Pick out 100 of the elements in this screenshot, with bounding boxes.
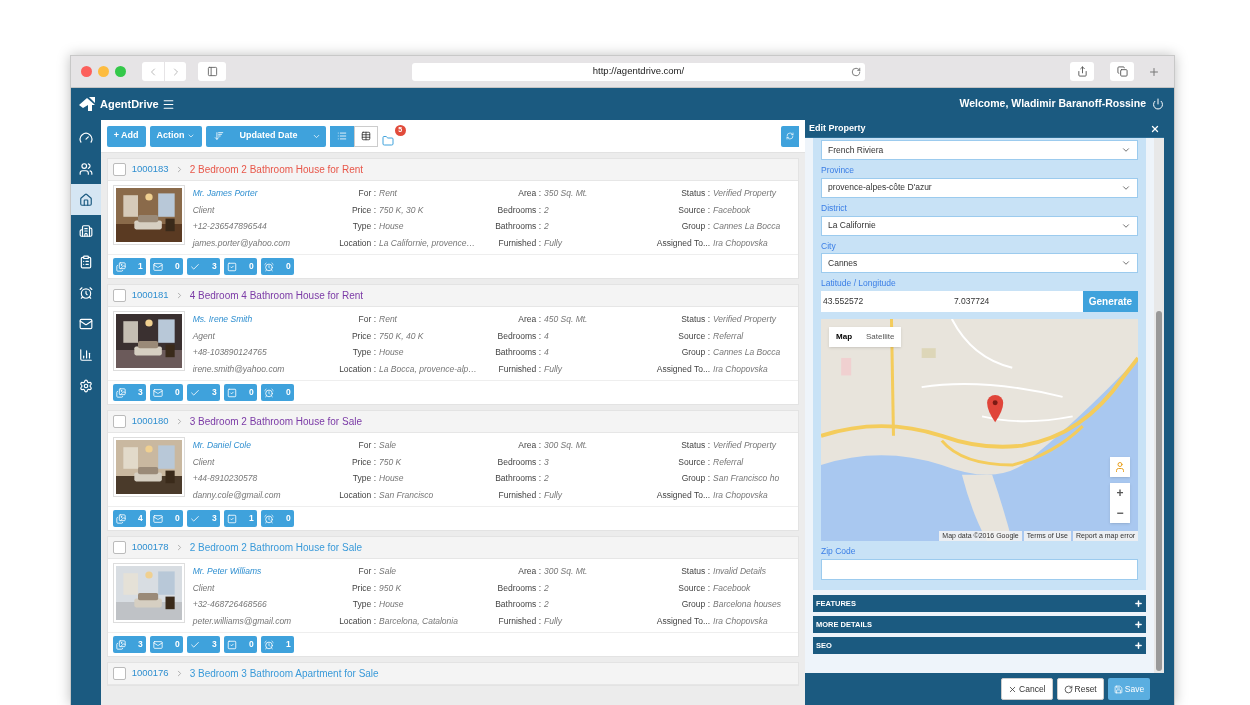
field-value: Verified Property	[713, 187, 778, 200]
select-field[interactable]: provence-alpes-côte D'azur	[821, 177, 1139, 198]
field-value: Fully	[544, 614, 564, 628]
listing-id[interactable]: 1000183	[131, 162, 169, 177]
coordinate-field[interactable]: 43.552572	[821, 291, 952, 312]
messages-counter[interactable]: 0	[149, 636, 183, 653]
field-value: Facebook	[713, 203, 752, 217]
select-checkbox[interactable]	[112, 667, 126, 680]
reload-icon[interactable]	[851, 66, 861, 77]
tabs-button[interactable]	[1110, 62, 1134, 81]
listing-title[interactable]: 3 Bedroom 2 Bathroom House for Sale	[189, 414, 362, 429]
messages-counter[interactable]: 0	[149, 510, 183, 527]
list-view-button[interactable]	[329, 125, 354, 147]
field-value: Verified Property	[713, 439, 778, 452]
sidebar-item[interactable]	[71, 184, 101, 215]
field-label: Bedrooms :	[496, 203, 541, 217]
scrollbar[interactable]	[1154, 138, 1165, 673]
contact-name[interactable]: Mr. James Porter	[192, 185, 332, 202]
select-checkbox[interactable]	[112, 541, 126, 554]
field-label: Area :	[517, 313, 541, 326]
zoom-out-button[interactable]: −	[1110, 503, 1131, 523]
save-button[interactable]: Save	[1107, 678, 1151, 700]
listing-title[interactable]: 3 Bedroom 3 Bathroom Apartment for Sale	[189, 666, 379, 681]
person-icon[interactable]	[1114, 461, 1127, 473]
brand-name[interactable]: AgentDrive	[100, 95, 159, 113]
photos-counter[interactable]: 3	[112, 384, 146, 401]
select-field[interactable]: Cannes	[821, 253, 1139, 274]
reminders-counter[interactable]: 0	[260, 258, 294, 275]
field-label: Source :	[677, 203, 710, 217]
select-checkbox[interactable]	[112, 289, 126, 302]
share-button[interactable]	[1070, 62, 1094, 81]
field-label: Furnished :	[497, 236, 541, 250]
field-label: Bathrooms :	[494, 346, 541, 359]
checked-counter[interactable]: 0	[223, 636, 257, 653]
grid-view-button[interactable]	[353, 125, 378, 147]
tasks-counter[interactable]: 3	[186, 384, 220, 401]
select-field[interactable]: French Riviera	[821, 140, 1139, 160]
refresh-button[interactable]	[781, 125, 799, 147]
tasks-counter[interactable]: 3	[186, 636, 220, 653]
listing-id[interactable]: 1000178	[131, 540, 169, 555]
field-value: Fully	[544, 236, 564, 250]
select-checkbox[interactable]	[112, 163, 126, 176]
zoom-in-button[interactable]: +	[1110, 483, 1131, 503]
add-button[interactable]: + Add	[106, 125, 146, 147]
photos-counter[interactable]: 3	[112, 636, 146, 653]
field-value: Fully	[544, 362, 564, 376]
images-icon	[115, 261, 126, 272]
close-window-icon[interactable]	[81, 66, 92, 77]
sort-dropdown[interactable]: Updated Date	[205, 125, 326, 147]
folder-icon[interactable]	[381, 134, 394, 147]
menu-icon[interactable]	[161, 97, 175, 111]
map-type-tab[interactable]: Map	[829, 327, 859, 347]
generate-button[interactable]: Generate	[1082, 291, 1139, 312]
contact-phone: +12-236547896544	[192, 220, 268, 233]
field-value: House	[379, 220, 405, 233]
field-label: Status :	[680, 313, 710, 326]
contact-name[interactable]: Mr. Peter Williams	[192, 563, 332, 580]
listing-title[interactable]: 2 Bedroom 2 Bathroom House for Rent	[189, 162, 364, 177]
field-value: 450 Sq. Mt.	[544, 313, 589, 326]
listing-title[interactable]: 4 Bedroom 4 Bathroom House for Rent	[189, 288, 364, 303]
messages-counter[interactable]: 0	[149, 384, 183, 401]
reminders-counter[interactable]: 1	[260, 636, 294, 653]
field-label: Location :	[338, 614, 376, 628]
tasks-counter[interactable]: 3	[186, 510, 220, 527]
field-label: Status :	[680, 565, 710, 578]
field-value: 2	[544, 220, 550, 233]
photos-counter[interactable]: 4	[112, 510, 146, 527]
contact-name[interactable]: Mr. Daniel Cole	[192, 437, 332, 454]
tasks-counter[interactable]: 3	[186, 258, 220, 275]
cancel-button[interactable]: Cancel	[1001, 678, 1053, 700]
reminders-counter[interactable]: 0	[260, 510, 294, 527]
field-label: Bedrooms :	[496, 329, 541, 343]
photos-counter[interactable]: 1	[112, 258, 146, 275]
contact-role: Client	[192, 203, 216, 217]
reset-button[interactable]: Reset	[1056, 678, 1104, 700]
messages-counter[interactable]: 0	[149, 258, 183, 275]
field-label: Source :	[677, 581, 710, 595]
contact-name[interactable]: Ms. Irene Smith	[192, 311, 332, 328]
coordinate-field[interactable]: 7.037724	[951, 291, 1083, 312]
reminders-counter[interactable]: 0	[260, 384, 294, 401]
checked-counter[interactable]: 0	[223, 384, 257, 401]
listing-id[interactable]: 1000176	[131, 666, 169, 681]
address-bar[interactable]: http://agentdrive.com/	[412, 62, 865, 81]
logo-icon	[77, 96, 97, 112]
action-dropdown[interactable]: Action	[149, 125, 202, 147]
checked-counter[interactable]: 0	[223, 258, 257, 275]
listing-id[interactable]: 1000180	[131, 414, 169, 429]
select-checkbox[interactable]	[112, 415, 126, 428]
power-icon[interactable]	[1152, 98, 1164, 110]
sidebar-toggle-button[interactable]	[198, 62, 226, 81]
zip-code-field[interactable]	[821, 558, 1139, 580]
checked-counter[interactable]: 1	[223, 510, 257, 527]
select-field[interactable]: La Californie	[821, 215, 1139, 236]
maximize-window-icon[interactable]	[115, 66, 126, 77]
map-type-tab[interactable]: Satellite	[859, 327, 902, 347]
contact-email: irene.smith@yahoo.com	[192, 362, 286, 376]
field-label: Type :	[351, 220, 376, 233]
close-icon[interactable]	[1150, 123, 1161, 134]
listing-id[interactable]: 1000181	[131, 288, 169, 303]
listing-title[interactable]: 2 Bedroom 2 Bathroom House for Sale	[189, 540, 362, 555]
